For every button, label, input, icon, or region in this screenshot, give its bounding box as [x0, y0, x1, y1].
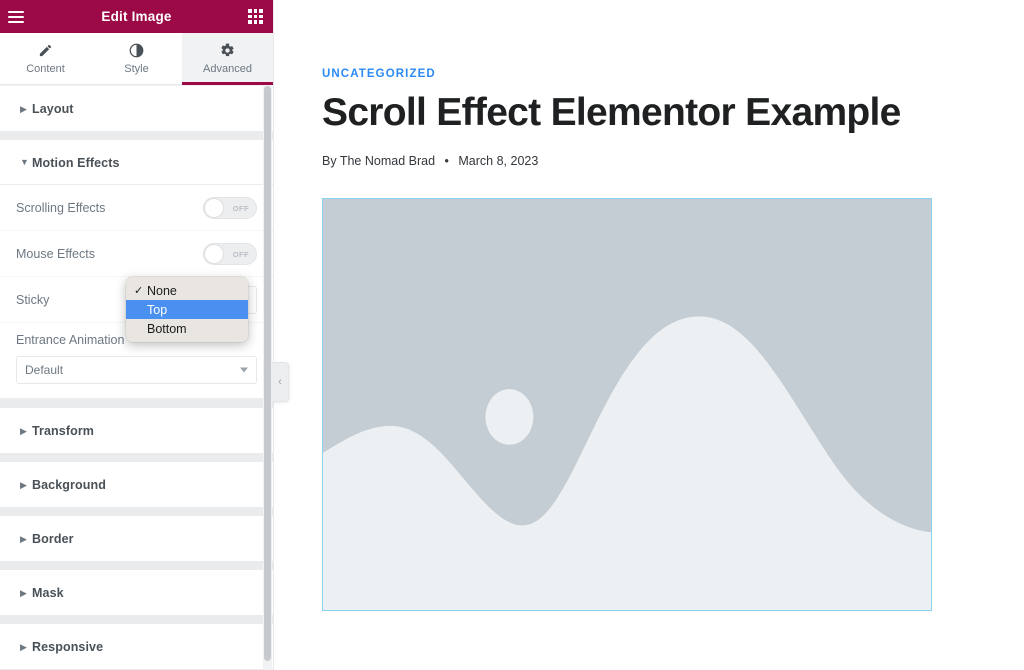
dropdown-option-top[interactable]: Top — [126, 300, 248, 319]
preview-canvas: UNCATEGORIZED Scroll Effect Elementor Ex… — [274, 0, 1024, 670]
post-category[interactable]: UNCATEGORIZED — [322, 68, 1024, 80]
post-byline: By The Nomad Brad • March 8, 2023 — [322, 154, 1024, 168]
section-layout[interactable]: ▶ Layout — [0, 86, 273, 131]
tab-style-label: Style — [124, 63, 149, 75]
section-motion-effects[interactable]: ▼ Motion Effects — [0, 140, 273, 185]
pencil-icon — [38, 42, 53, 59]
tab-style[interactable]: Style — [91, 33, 182, 84]
control-mouse-effects: Mouse Effects OFF — [0, 231, 273, 277]
toggle-knob — [205, 244, 223, 263]
section-divider — [0, 507, 273, 516]
tab-content-label: Content — [26, 63, 65, 75]
section-transform-label: Transform — [32, 424, 95, 438]
chevron-right-icon: ▶ — [20, 479, 27, 490]
section-layout-label: Layout — [32, 102, 74, 116]
mouse-effects-label: Mouse Effects — [16, 246, 95, 261]
sticky-dropdown-menu[interactable]: ✓ None Top Bottom — [126, 277, 248, 342]
entrance-animation-select[interactable]: Default — [16, 356, 257, 384]
tab-advanced-label: Advanced — [203, 63, 252, 75]
entrance-animation-value: Default — [25, 363, 64, 377]
elementor-editor-window: Edit Image Content Style Advanced ▶ Layo… — [0, 0, 1024, 670]
section-background-label: Background — [32, 478, 106, 492]
contrast-icon — [129, 42, 144, 59]
section-divider — [0, 131, 273, 140]
panel-tabs: Content Style Advanced — [0, 33, 273, 85]
chevron-down-icon — [240, 367, 248, 373]
placeholder-landscape-image — [323, 198, 931, 610]
section-divider — [0, 615, 273, 624]
section-border[interactable]: ▶ Border — [0, 516, 273, 561]
section-divider — [0, 453, 273, 462]
mouse-effects-toggle[interactable]: OFF — [203, 242, 257, 265]
dropdown-option-top-label: Top — [147, 302, 168, 317]
panel-header: Edit Image — [0, 0, 273, 33]
apps-grid-icon[interactable] — [248, 9, 263, 24]
scrolling-effects-label: Scrolling Effects — [16, 200, 106, 215]
section-background[interactable]: ▶ Background — [0, 462, 273, 507]
panel-sections-list[interactable]: ▶ Layout ▼ Motion Effects Scrolling Effe… — [0, 86, 273, 670]
section-transform[interactable]: ▶ Transform — [0, 408, 273, 453]
chevron-down-icon: ▼ — [20, 157, 29, 167]
section-border-label: Border — [32, 532, 74, 546]
control-scrolling-effects: Scrolling Effects OFF — [0, 185, 273, 231]
check-icon: ✓ — [134, 285, 144, 297]
section-motion-effects-label: Motion Effects — [32, 155, 120, 170]
post-date: March 8, 2023 — [458, 153, 539, 168]
section-divider — [0, 561, 273, 570]
byline-separator: • — [444, 153, 449, 168]
section-responsive-label: Responsive — [32, 640, 104, 654]
page-title: Scroll Effect Elementor Example — [322, 91, 901, 134]
featured-image-widget[interactable] — [322, 197, 932, 611]
sticky-label: Sticky — [16, 292, 50, 307]
section-mask[interactable]: ▶ Mask — [0, 570, 273, 615]
panel-collapse-handle[interactable]: ‹ — [272, 362, 289, 402]
dropdown-option-bottom[interactable]: Bottom — [126, 319, 248, 338]
scrolling-effects-toggle[interactable]: OFF — [203, 196, 257, 219]
gear-icon — [220, 42, 235, 59]
scrolling-effects-state: OFF — [232, 203, 249, 213]
section-responsive[interactable]: ▶ Responsive — [0, 624, 273, 669]
tab-content[interactable]: Content — [0, 33, 91, 84]
panel-title: Edit Image — [101, 9, 172, 24]
chevron-right-icon: ▶ — [20, 641, 27, 652]
panel-scrollbar[interactable] — [263, 86, 272, 670]
mouse-effects-state: OFF — [232, 249, 249, 259]
dropdown-option-none[interactable]: ✓ None — [126, 281, 248, 300]
post-author: By The Nomad Brad — [322, 153, 436, 168]
chevron-left-icon: ‹ — [278, 376, 282, 388]
dropdown-option-none-label: None — [147, 283, 177, 298]
chevron-right-icon: ▶ — [20, 425, 27, 436]
chevron-right-icon: ▶ — [20, 533, 27, 544]
panel-scrollbar-thumb[interactable] — [264, 86, 271, 661]
section-mask-label: Mask — [32, 586, 64, 600]
dropdown-option-bottom-label: Bottom — [147, 321, 187, 336]
chevron-right-icon: ▶ — [20, 587, 27, 598]
tab-advanced[interactable]: Advanced — [182, 33, 273, 85]
hamburger-icon[interactable] — [0, 0, 32, 33]
chevron-right-icon: ▶ — [20, 103, 27, 114]
section-divider — [0, 399, 273, 408]
toggle-knob — [205, 198, 223, 217]
